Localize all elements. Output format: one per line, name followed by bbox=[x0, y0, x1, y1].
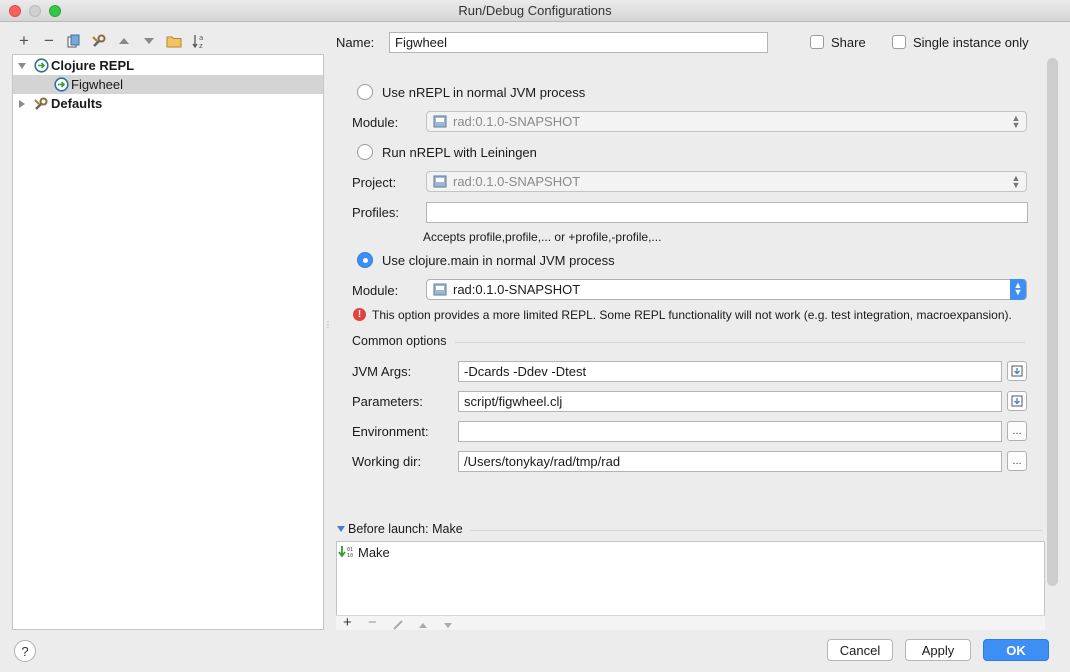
svg-text:z: z bbox=[199, 42, 203, 49]
module-icon bbox=[433, 283, 447, 296]
select-arrows-icon: ▲ ▼ bbox=[1011, 113, 1021, 130]
nrepl-jvm-radio[interactable] bbox=[357, 84, 373, 100]
nrepl-jvm-label[interactable]: Use nREPL in normal JVM process bbox=[382, 85, 585, 100]
module-label: Module: bbox=[352, 115, 399, 130]
ok-button[interactable]: OK bbox=[983, 639, 1049, 661]
single-instance-label[interactable]: Single instance only bbox=[913, 35, 1029, 50]
folder-icon[interactable] bbox=[165, 32, 183, 50]
module-icon bbox=[433, 175, 447, 188]
module2-value: rad:0.1.0-SNAPSHOT bbox=[453, 282, 581, 297]
wrench-icon bbox=[33, 96, 49, 112]
project-select-disabled: rad:0.1.0-SNAPSHOT ▲ ▼ bbox=[426, 171, 1027, 192]
tree-item-defaults[interactable]: Defaults bbox=[13, 94, 323, 113]
jvm-args-input[interactable]: -Dcards -Ddev -Dtest bbox=[458, 361, 1002, 382]
common-options-header: Common options bbox=[352, 334, 447, 348]
share-label[interactable]: Share bbox=[831, 35, 866, 50]
apply-button[interactable]: Apply bbox=[905, 639, 971, 661]
module2-label: Module: bbox=[352, 283, 399, 298]
select-arrows-icon: ▲ ▼ bbox=[1011, 173, 1021, 190]
expand-arrow-icon[interactable] bbox=[17, 61, 27, 71]
clojure-repl-icon bbox=[33, 58, 49, 74]
copy-icon[interactable] bbox=[65, 32, 83, 50]
move-task-down-icon[interactable] bbox=[443, 622, 453, 629]
svg-text:10: 10 bbox=[347, 553, 353, 559]
single-instance-checkbox[interactable] bbox=[892, 35, 906, 49]
profiles-input[interactable] bbox=[426, 202, 1028, 223]
before-launch-item[interactable]: 01 10 Make bbox=[338, 543, 458, 561]
name-input[interactable]: Figwheel bbox=[389, 32, 768, 53]
cancel-button[interactable]: Cancel bbox=[827, 639, 893, 661]
parameters-expand-icon[interactable] bbox=[1007, 391, 1027, 411]
splitter-handle[interactable]: ⋮ bbox=[324, 320, 332, 334]
configurations-tree[interactable]: Clojure REPL Figwheel Defaults bbox=[12, 54, 324, 630]
tree-item-clojure-repl[interactable]: Clojure REPL bbox=[13, 56, 323, 75]
module-icon bbox=[433, 115, 447, 128]
add-configuration-button[interactable]: + bbox=[15, 31, 33, 50]
move-task-up-icon[interactable] bbox=[418, 622, 428, 629]
profiles-label: Profiles: bbox=[352, 205, 399, 220]
clojure-main-radio[interactable] bbox=[357, 252, 373, 268]
common-options-separator bbox=[455, 342, 1025, 343]
parameters-label: Parameters: bbox=[352, 394, 423, 409]
environment-browse-button[interactable]: ... bbox=[1007, 421, 1027, 441]
edit-task-icon[interactable] bbox=[392, 620, 404, 630]
add-task-button[interactable]: + bbox=[343, 615, 352, 630]
share-checkbox[interactable] bbox=[810, 35, 824, 49]
tree-item-label: Clojure REPL bbox=[51, 58, 135, 73]
before-launch-header[interactable]: Before launch: Make bbox=[348, 522, 463, 536]
select-arrows-icon[interactable]: ▲ ▼ bbox=[1010, 279, 1026, 300]
name-label: Name: bbox=[336, 35, 375, 50]
working-dir-label: Working dir: bbox=[352, 454, 422, 469]
before-launch-separator bbox=[470, 530, 1042, 531]
collapse-arrow-icon[interactable] bbox=[17, 99, 27, 109]
help-button[interactable]: ? bbox=[14, 640, 36, 662]
error-icon: ! bbox=[353, 308, 366, 321]
jvm-args-label: JVM Args: bbox=[352, 364, 412, 379]
tree-item-label: Figwheel bbox=[71, 77, 124, 92]
module-value: rad:0.1.0-SNAPSHOT bbox=[453, 114, 581, 129]
make-icon: 0110 bbox=[338, 546, 353, 559]
profiles-hint: Accepts profile,profile,... or +profile,… bbox=[423, 230, 662, 244]
svg-text:a: a bbox=[199, 34, 203, 42]
tree-item-label: Defaults bbox=[51, 96, 103, 111]
parameters-input[interactable]: script/figwheel.clj bbox=[458, 391, 1002, 412]
collapse-before-launch-icon[interactable] bbox=[337, 525, 345, 533]
remove-task-button[interactable]: − bbox=[368, 615, 377, 630]
move-up-icon[interactable] bbox=[115, 32, 133, 50]
module-select-disabled: rad:0.1.0-SNAPSHOT ▲ ▼ bbox=[426, 111, 1027, 132]
before-launch-item-label: Make bbox=[358, 544, 390, 560]
working-dir-input[interactable]: /Users/tonykay/rad/tmp/rad bbox=[458, 451, 1002, 472]
environment-input[interactable] bbox=[458, 421, 1002, 442]
remove-configuration-button[interactable]: − bbox=[40, 31, 58, 50]
module-select[interactable]: rad:0.1.0-SNAPSHOT ▲ ▼ bbox=[426, 279, 1027, 300]
clojure-main-label[interactable]: Use clojure.main in normal JVM process bbox=[382, 253, 615, 268]
project-value: rad:0.1.0-SNAPSHOT bbox=[453, 174, 581, 189]
wrench-icon[interactable] bbox=[90, 32, 108, 50]
jvm-args-expand-icon[interactable] bbox=[1007, 361, 1027, 381]
move-down-icon[interactable] bbox=[140, 32, 158, 50]
working-dir-browse-button[interactable]: ... bbox=[1007, 451, 1027, 471]
nrepl-lein-radio[interactable] bbox=[357, 144, 373, 160]
sort-icon[interactable]: az bbox=[190, 32, 208, 50]
tree-item-figwheel[interactable]: Figwheel bbox=[13, 75, 323, 94]
environment-label: Environment: bbox=[352, 424, 429, 439]
clojure-repl-icon bbox=[53, 77, 69, 93]
vertical-scrollbar[interactable] bbox=[1047, 58, 1058, 586]
nrepl-lein-label[interactable]: Run nREPL with Leiningen bbox=[382, 145, 537, 160]
project-label: Project: bbox=[352, 175, 397, 190]
window-title: Run/Debug Configurations bbox=[458, 3, 612, 18]
warning-text: This option provides a more limited REPL… bbox=[372, 308, 1012, 322]
